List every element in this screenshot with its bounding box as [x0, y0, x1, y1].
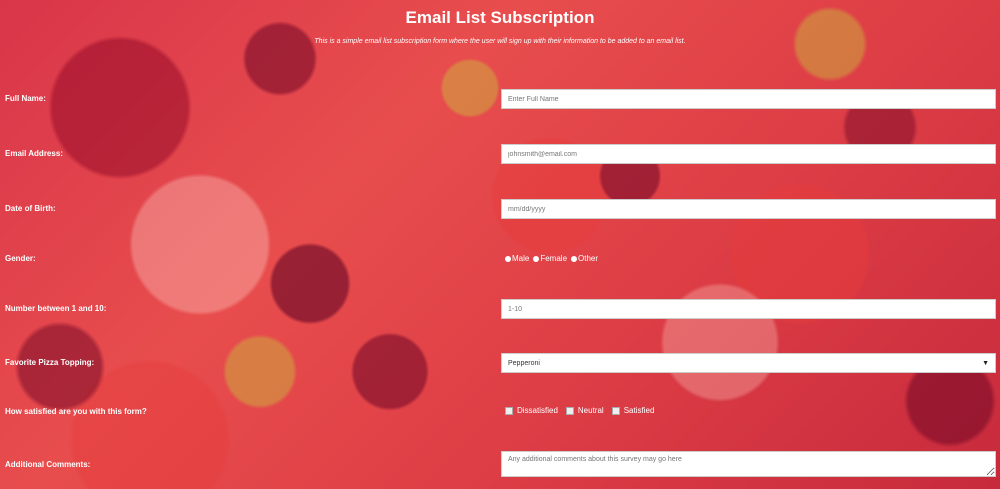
page-title: Email List Subscription — [405, 8, 595, 27]
dob-input[interactable] — [501, 199, 996, 219]
satisfaction-option-satisfied[interactable]: Satisfied — [611, 406, 655, 415]
topping-label: Favorite Pizza Topping: — [5, 358, 95, 367]
gender-label: Gender: — [5, 254, 36, 263]
satisfaction-option-label: Satisfied — [623, 406, 655, 415]
page-description: This is a simple email list subscription… — [314, 38, 686, 45]
email-label: Email Address: — [5, 149, 63, 158]
number-label: Number between 1 and 10: — [5, 304, 107, 313]
comments-label: Additional Comments: — [5, 460, 91, 469]
gender-option-label: Female — [540, 254, 568, 263]
satisfaction-option-dissatisfied[interactable]: Dissatisfied — [505, 406, 558, 415]
gender-option-other[interactable]: Other — [571, 254, 598, 263]
topping-selected-value: Pepperoni — [508, 359, 540, 367]
satisfaction-label: How satisfied are you with this form? — [5, 407, 147, 416]
chevron-down-icon[interactable]: ▼ — [982, 360, 989, 367]
email-input[interactable] — [501, 144, 996, 164]
gender-option-male[interactable]: Male — [505, 254, 529, 263]
satisfaction-option-label: Neutral — [577, 406, 604, 415]
number-input[interactable] — [501, 299, 996, 319]
gender-option-label: Other — [578, 254, 599, 263]
gender-option-label: Male — [512, 254, 530, 263]
radio-icon[interactable] — [571, 255, 578, 262]
satisfaction-option-label: Dissatisfied — [517, 406, 558, 415]
radio-icon[interactable] — [505, 255, 511, 262]
checkbox-icon[interactable] — [565, 406, 574, 415]
dob-label: Date of Birth: — [5, 204, 56, 213]
topping-select[interactable]: Pepperoni ▼ — [501, 353, 996, 373]
checkbox-icon[interactable] — [611, 406, 620, 415]
gender-radio-group: Male Female Other — [505, 254, 602, 263]
satisfaction-option-neutral[interactable]: Neutral — [565, 406, 604, 415]
full-name-input[interactable] — [501, 89, 996, 109]
full-name-label: Full Name: — [5, 94, 46, 103]
checkbox-icon[interactable] — [505, 406, 513, 415]
radio-icon[interactable] — [533, 255, 540, 262]
satisfaction-checkbox-group: Dissatisfied Neutral Satisfied — [505, 406, 662, 415]
gender-option-female[interactable]: Female — [533, 254, 567, 263]
comments-textarea[interactable] — [501, 451, 996, 477]
